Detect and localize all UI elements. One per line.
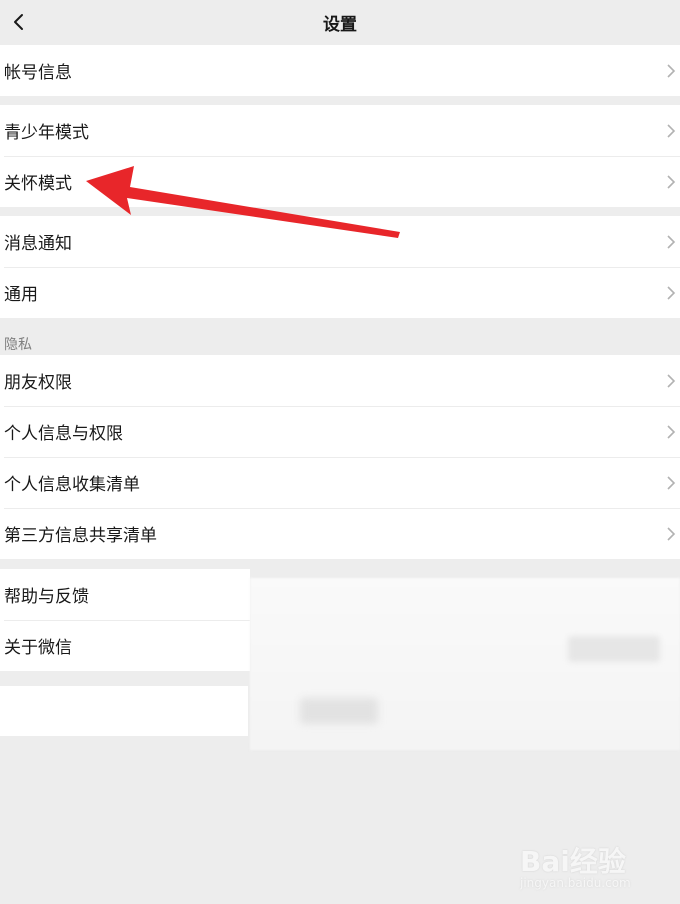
blank-row bbox=[0, 686, 248, 736]
settings-item-label: 朋友权限 bbox=[4, 373, 72, 393]
settings-item-label: 帮助与反馈 bbox=[4, 587, 89, 607]
chevron-left-icon bbox=[14, 14, 23, 30]
settings-group-general: 消息通知 通用 bbox=[0, 216, 680, 318]
chevron-right-icon bbox=[667, 63, 676, 78]
settings-item-label: 帐号信息 bbox=[4, 63, 72, 83]
watermark-url: jingyan.baidu.com bbox=[520, 876, 631, 890]
back-button[interactable] bbox=[4, 8, 32, 36]
page-title: 设置 bbox=[323, 14, 357, 35]
chevron-right-icon bbox=[667, 123, 676, 138]
settings-item-third-party-sharing[interactable]: 第三方信息共享清单 bbox=[0, 508, 680, 559]
watermark-logo: Bai经验 bbox=[520, 845, 626, 878]
chevron-right-icon bbox=[667, 424, 676, 439]
settings-group-privacy: 朋友权限 个人信息与权限 个人信息收集清单 第三方信息共享清单 bbox=[0, 355, 680, 559]
settings-item-label: 关于微信 bbox=[4, 638, 72, 658]
settings-item-label: 消息通知 bbox=[4, 234, 72, 254]
settings-item-label: 个人信息与权限 bbox=[4, 424, 123, 444]
settings-item-teen-mode[interactable]: 青少年模式 bbox=[0, 105, 680, 156]
baidu-jingyan-watermark: Bai经验 jingyan.baidu.com bbox=[520, 832, 660, 892]
settings-item-care-mode[interactable]: 关怀模式 bbox=[0, 156, 680, 207]
chevron-right-icon bbox=[667, 174, 676, 189]
settings-item-about-wechat[interactable]: 关于微信 bbox=[0, 620, 250, 671]
chevron-right-icon bbox=[667, 285, 676, 300]
settings-item-notifications[interactable]: 消息通知 bbox=[0, 216, 680, 267]
nav-bar: 设置 bbox=[0, 0, 680, 44]
settings-item-general[interactable]: 通用 bbox=[0, 267, 680, 318]
section-header-privacy: 隐私 bbox=[4, 337, 32, 353]
settings-item-label: 青少年模式 bbox=[4, 123, 89, 143]
settings-item-label: 关怀模式 bbox=[4, 174, 72, 194]
settings-item-help-feedback[interactable]: 帮助与反馈 bbox=[0, 569, 250, 620]
settings-group-account: 帐号信息 bbox=[0, 45, 680, 96]
settings-item-account-info[interactable]: 帐号信息 bbox=[0, 45, 680, 96]
settings-item-personal-info-permissions[interactable]: 个人信息与权限 bbox=[0, 406, 680, 457]
settings-item-label: 通用 bbox=[4, 285, 38, 305]
settings-item-label: 第三方信息共享清单 bbox=[4, 526, 157, 546]
chevron-right-icon bbox=[667, 475, 676, 490]
blurred-element bbox=[300, 698, 378, 724]
settings-group-modes: 青少年模式 关怀模式 bbox=[0, 105, 680, 207]
settings-item-label: 个人信息收集清单 bbox=[4, 475, 140, 495]
chevron-right-icon bbox=[667, 234, 676, 249]
chevron-right-icon bbox=[667, 373, 676, 388]
blurred-overlay bbox=[250, 578, 680, 750]
blurred-element bbox=[568, 636, 660, 662]
settings-item-friend-permissions[interactable]: 朋友权限 bbox=[0, 355, 680, 406]
settings-item-personal-info-collection[interactable]: 个人信息收集清单 bbox=[0, 457, 680, 508]
settings-group-help: 帮助与反馈 关于微信 bbox=[0, 569, 250, 671]
chevron-right-icon bbox=[667, 526, 676, 541]
